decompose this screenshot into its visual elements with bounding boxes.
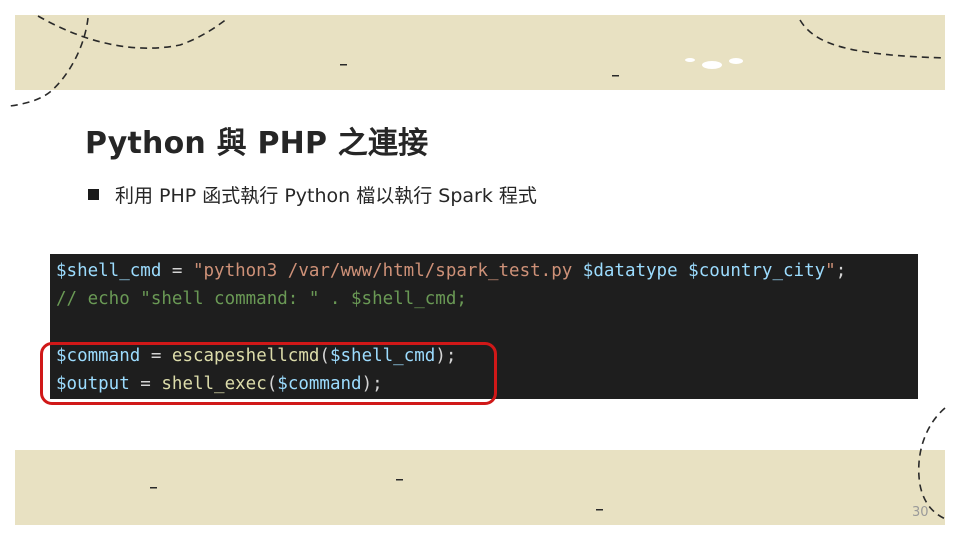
code-string: " bbox=[825, 261, 836, 281]
bullet-item: 利用 PHP 函式執行 Python 檔以執行 Spark 程式 bbox=[88, 181, 537, 208]
code-string: "python3 /var/www/html/spark_test.py bbox=[192, 261, 583, 281]
code-terminator: ; bbox=[835, 261, 847, 281]
code-line: // echo "shell command: " . $shell_cmd; bbox=[56, 285, 467, 313]
highlight-box bbox=[40, 342, 497, 405]
code-operator: = bbox=[161, 261, 193, 281]
square-bullet-icon bbox=[88, 189, 99, 200]
slide-title: Python 與 PHP 之連接 bbox=[85, 126, 429, 161]
bullet-text: 利用 PHP 函式執行 Python 檔以執行 Spark 程式 bbox=[115, 185, 537, 207]
bottom-decor-band bbox=[15, 450, 945, 525]
top-decor-band bbox=[15, 15, 945, 90]
code-line: $shell_cmd = "python3 /var/www/html/spar… bbox=[56, 257, 846, 285]
code-variable: $datatype bbox=[582, 261, 678, 281]
code-comment: // echo "shell command: " . $shell_cmd; bbox=[56, 289, 467, 309]
code-variable: $shell_cmd bbox=[56, 261, 162, 281]
code-string-space bbox=[678, 261, 689, 281]
page-number: 30 bbox=[912, 505, 929, 520]
code-variable: $country_city bbox=[688, 261, 826, 281]
